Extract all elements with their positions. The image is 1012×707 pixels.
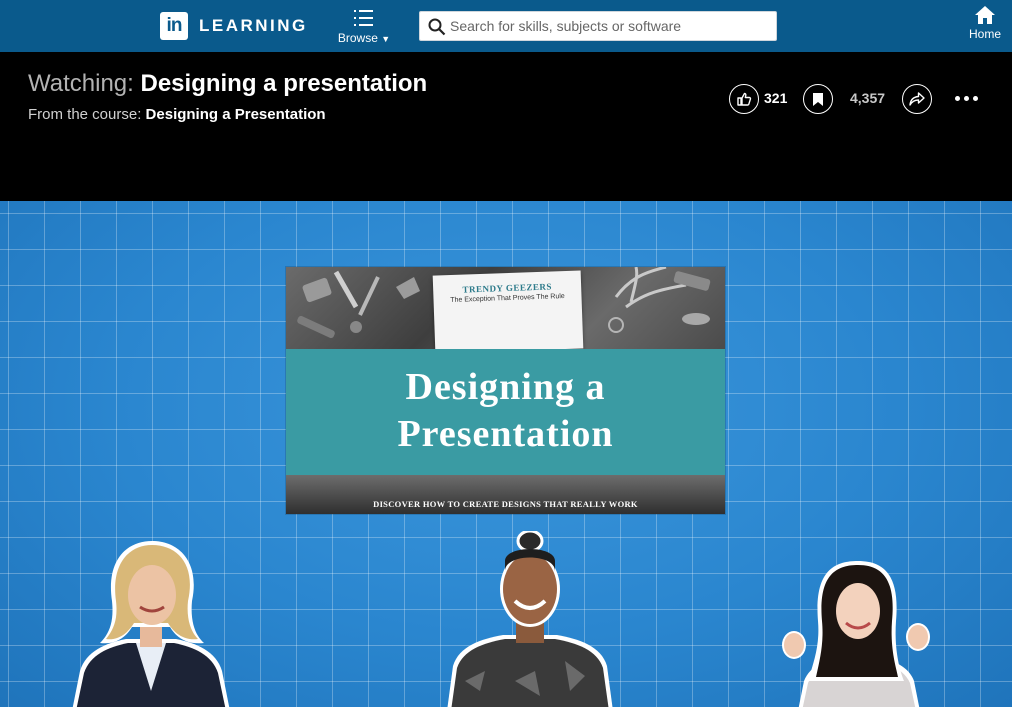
more-icon [954, 95, 960, 101]
share-icon [909, 92, 925, 106]
course-prefix: From the course: [28, 106, 142, 123]
browse-grid-icon [354, 10, 373, 26]
video-header: Watching: Designing a presentation From … [0, 52, 1012, 201]
search-box [419, 11, 777, 41]
linkedin-logo-icon: in [160, 12, 188, 40]
home-button[interactable]: Home [962, 5, 1008, 47]
like-icon [737, 92, 752, 106]
presenter-man-center [447, 531, 613, 707]
course-line: From the course: Designing a Presentatio… [28, 106, 326, 123]
presenter-woman-left [72, 541, 230, 707]
video-title: Watching: Designing a presentation [28, 70, 427, 98]
browse-label: Browse [337, 31, 378, 45]
video-player[interactable]: TRENDY GEEZERS The Exception That Proves… [0, 201, 1012, 707]
more-options-button[interactable] [952, 84, 980, 112]
linkedin-learning-logo[interactable]: in LEARNING [160, 12, 308, 40]
save-count: 4,357 [850, 90, 886, 106]
share-button[interactable] [902, 84, 932, 114]
slide-title: Designing a Presentation [397, 366, 614, 455]
like-count: 321 [764, 90, 788, 106]
home-label: Home [968, 27, 1001, 41]
save-button[interactable] [803, 84, 833, 114]
bookmark-icon [813, 92, 823, 106]
presenter-woman-right [782, 561, 930, 707]
course-title-link[interactable]: Designing a Presentation [146, 106, 326, 123]
slide-caption: DISCOVER HOW TO CREATE DESIGNS THAT REAL… [373, 499, 638, 509]
browse-menu-button[interactable]: Browse ▼ [336, 6, 392, 48]
search-input[interactable] [450, 12, 770, 40]
search-icon [428, 18, 446, 36]
course-slide: TRENDY GEEZERS The Exception That Proves… [286, 267, 725, 514]
video-title-text: Designing a presentation [140, 70, 428, 97]
watching-prefix: Watching: [28, 70, 134, 97]
notepad: TRENDY GEEZERS The Exception That Proves… [432, 270, 584, 354]
logo-text: LEARNING [199, 16, 308, 35]
top-navbar: in LEARNING Browse ▼ Home [0, 0, 1012, 52]
chevron-down-icon: ▼ [381, 34, 391, 44]
home-icon [975, 6, 995, 24]
like-button[interactable] [729, 84, 759, 114]
